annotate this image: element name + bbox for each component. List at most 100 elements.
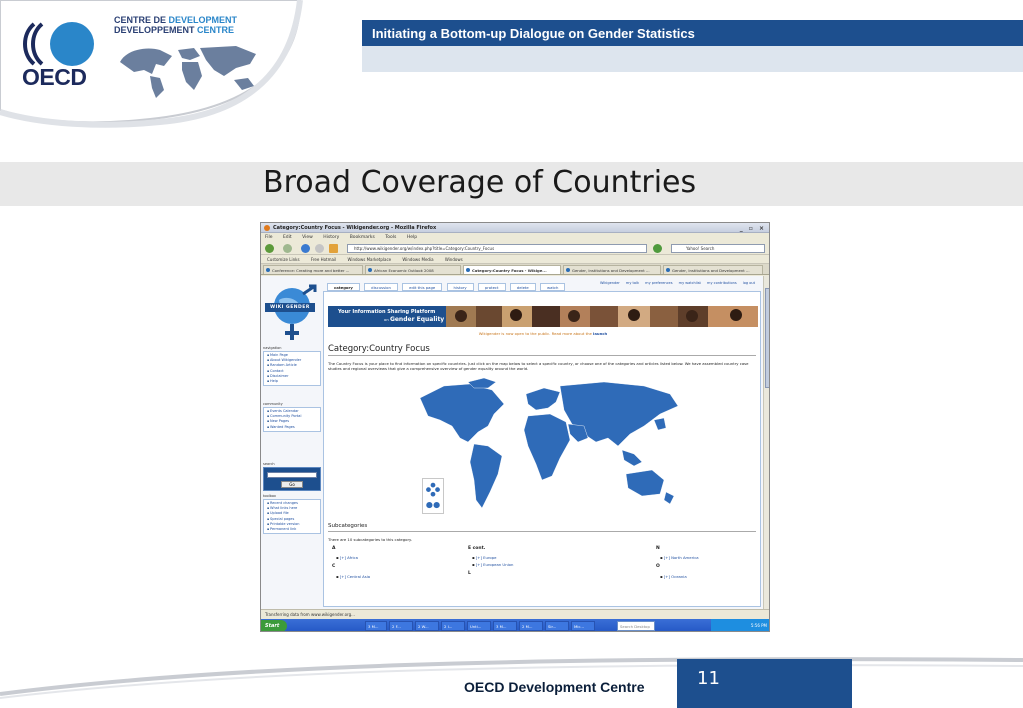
menu-tools[interactable]: Tools	[385, 235, 396, 240]
world-map-logo-icon	[120, 46, 256, 98]
desktop-search-input[interactable]: Search Desktop	[617, 621, 655, 631]
menu-edit[interactable]: Edit	[283, 235, 292, 240]
community-portlet: Events Calendar Community Portal New Pag…	[263, 407, 321, 432]
tab-category[interactable]: category	[327, 283, 360, 291]
tab-delete[interactable]: delete	[509, 283, 536, 291]
task-item-5[interactable]: Unti...	[467, 621, 491, 631]
go-arrow-icon[interactable]	[653, 244, 662, 253]
bookmark-windows-media[interactable]: Windows Media	[402, 257, 433, 262]
community-wanted-pages[interactable]: Wanted Pages	[267, 425, 317, 430]
forward-icon[interactable]	[283, 244, 292, 253]
intro-paragraph: The Country Focus is your place to find …	[328, 361, 749, 372]
banner-line1: Your Information Sharing Platform	[338, 309, 436, 315]
task-item-3[interactable]: 2 W...	[415, 621, 439, 631]
wikigender-banner: Your Information Sharing Platform on Gen…	[328, 306, 758, 327]
home-icon[interactable]	[329, 244, 338, 253]
footer-organization: OECD Development Centre	[464, 679, 645, 695]
wiki-search-input[interactable]	[267, 472, 317, 478]
tab-country-focus[interactable]: Category:Country Focus - Wikige...	[463, 265, 561, 274]
reload-icon[interactable]	[301, 244, 310, 253]
launch-link[interactable]: launch	[593, 331, 607, 336]
task-item-1[interactable]: 3 M...	[365, 621, 387, 631]
subcategories-divider	[328, 531, 756, 532]
user-link-my-talk[interactable]: my talk	[626, 281, 639, 285]
search-title: search	[263, 462, 275, 466]
subcat-european-union[interactable]: ▪ [+] European Union	[472, 562, 513, 567]
stop-icon[interactable]	[315, 244, 324, 253]
menu-view[interactable]: View	[302, 235, 313, 240]
oecd-logo-word: OECD	[22, 64, 87, 90]
toolbox-title: toolbox	[263, 494, 276, 498]
window-controls[interactable]: _ ▫ ×	[740, 224, 766, 234]
subcat-north-america[interactable]: ▪ [+] North America	[660, 555, 699, 560]
banner-photos-icon	[446, 306, 758, 327]
tab-protect[interactable]: protect	[477, 283, 506, 291]
menu-file[interactable]: File	[265, 235, 273, 240]
header-title: Initiating a Bottom-up Dialogue on Gende…	[372, 26, 695, 41]
task-item-7[interactable]: 2 M...	[519, 621, 543, 631]
task-item-9[interactable]: Mic...	[571, 621, 595, 631]
windows-taskbar: Start 3 M... 2 F... 2 W... 2 I... Unti..…	[261, 619, 769, 631]
tab-watch[interactable]: watch	[540, 283, 566, 291]
task-item-8[interactable]: Sir...	[545, 621, 569, 631]
wikigender-logo-word: WIKI GENDER	[265, 303, 315, 312]
subcat-central-asia[interactable]: ▪ [+] Central Asia	[336, 574, 370, 579]
subcat-oceania[interactable]: ▪ [+] Oceania	[660, 574, 687, 579]
firefox-icon	[264, 225, 270, 231]
bookmark-windows-marketplace[interactable]: Windows Marketplace	[347, 257, 391, 262]
menu-help[interactable]: Help	[407, 235, 417, 240]
user-link-preferences[interactable]: my preferences	[645, 281, 672, 285]
browser-screenshot: Category:Country Focus - Wikigender.org …	[260, 222, 770, 632]
search-input[interactable]: Yahoo! Search	[671, 244, 765, 253]
bookmark-customize-links[interactable]: Customize Links	[267, 257, 300, 262]
user-links: Wikigender my talk my preferences my wat…	[595, 281, 755, 285]
map-navigation-control-icon[interactable]	[422, 478, 444, 514]
slide-title: Broad Coverage of Countries	[263, 165, 697, 200]
url-input[interactable]: http://www.wikigender.org/w/index.php?ti…	[347, 244, 647, 253]
world-map-icon[interactable]	[408, 376, 694, 516]
task-item-2[interactable]: 2 F...	[389, 621, 413, 631]
user-link-wikigender[interactable]: Wikigender	[600, 281, 620, 285]
nav-portlet: Main Page About Wikigender Random Articl…	[263, 351, 321, 387]
letter-n: N	[656, 546, 660, 551]
scrollbar-thumb[interactable]	[765, 288, 769, 388]
start-button[interactable]: Start	[261, 620, 287, 631]
user-link-contributions[interactable]: my contributions	[707, 281, 737, 285]
task-item-4[interactable]: 2 I...	[441, 621, 465, 631]
tab-conference[interactable]: Conference: Creating more and better ...	[263, 265, 363, 274]
system-tray-clock: 5:56 PM	[711, 619, 769, 631]
window-title: Category:Country Focus - Wikigender.org …	[273, 225, 437, 231]
tab-gender-institutions-2[interactable]: Gender, Institutions and Development ...	[663, 265, 763, 274]
subcat-africa[interactable]: ▪ [+] Africa	[336, 555, 358, 560]
tab-discussion[interactable]: discussion	[364, 283, 398, 291]
subcategories-count: There are 10 subcategories to this categ…	[328, 537, 412, 542]
menu-bookmarks[interactable]: Bookmarks	[350, 235, 375, 240]
bookmarks-toolbar: Customize Links Free Hotmail Windows Mar…	[261, 255, 769, 264]
tab-gender-institutions-1[interactable]: Gender, Institutions and Development ...	[563, 265, 661, 274]
tab-edit[interactable]: edit this page	[402, 283, 443, 291]
letter-l: L	[468, 571, 471, 576]
letter-c: C	[332, 564, 336, 569]
tab-history[interactable]: history	[446, 283, 474, 291]
nav-help[interactable]: Help	[267, 379, 317, 384]
toolbox-permanent-link[interactable]: Permanent link	[267, 527, 317, 532]
heading-divider	[328, 355, 756, 356]
subcat-europe[interactable]: ▪ [+] Europe	[472, 555, 496, 560]
go-button[interactable]: Go	[281, 481, 303, 488]
wiki-page: WIKI GENDER navigation Main Page About W…	[261, 276, 763, 609]
user-link-watchlist[interactable]: my watchlist	[679, 281, 701, 285]
bookmark-free-hotmail[interactable]: Free Hotmail	[311, 257, 336, 262]
menu-history[interactable]: History	[323, 235, 339, 240]
back-icon[interactable]	[265, 244, 274, 253]
task-item-6[interactable]: 3 M...	[493, 621, 517, 631]
user-link-logout[interactable]: log out	[743, 281, 755, 285]
letter-a: A	[332, 546, 336, 551]
bookmark-windows[interactable]: Windows	[445, 257, 463, 262]
footer-curve-decoration	[0, 657, 1023, 699]
nav-title: navigation	[263, 346, 282, 350]
page-number: 11	[697, 668, 720, 689]
browser-titlebar: Category:Country Focus - Wikigender.org …	[261, 223, 769, 233]
vertical-scrollbar[interactable]	[763, 276, 769, 609]
tab-african-economic-outlook[interactable]: African Economic Outlook 2008	[365, 265, 461, 274]
subcategories-heading: Subcategories	[328, 523, 368, 529]
